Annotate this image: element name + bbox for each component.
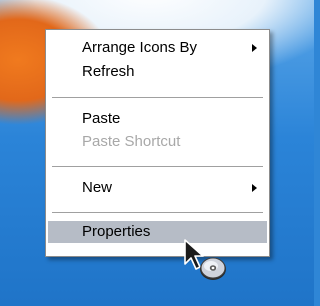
menu-separator bbox=[52, 97, 263, 98]
menu-item-refresh[interactable]: Refresh bbox=[48, 61, 267, 83]
menu-item-properties[interactable]: Properties bbox=[48, 221, 267, 243]
menu-item-label: Paste Shortcut bbox=[82, 133, 181, 150]
menu-separator bbox=[52, 212, 263, 213]
menu-separator bbox=[52, 166, 263, 167]
menu-item-paste-shortcut: Paste Shortcut bbox=[48, 131, 267, 153]
menu-item-new[interactable]: New bbox=[48, 177, 267, 199]
submenu-arrow-icon bbox=[252, 184, 257, 192]
submenu-arrow-icon bbox=[252, 44, 257, 52]
arrow-cursor-with-cd-icon bbox=[184, 239, 226, 280]
menu-item-paste[interactable]: Paste bbox=[48, 108, 267, 130]
menu-item-label: Refresh bbox=[82, 63, 135, 80]
menu-item-label: Paste bbox=[82, 110, 121, 127]
menu-item-arrange-icons-by[interactable]: Arrange Icons By bbox=[48, 37, 267, 59]
menu-item-label: Arrange Icons By bbox=[82, 39, 198, 56]
menu-item-label: New bbox=[82, 179, 113, 196]
desktop-context-menu: Arrange Icons By Refresh Paste Paste Sho… bbox=[45, 29, 270, 257]
menu-item-label: Properties bbox=[82, 223, 151, 240]
